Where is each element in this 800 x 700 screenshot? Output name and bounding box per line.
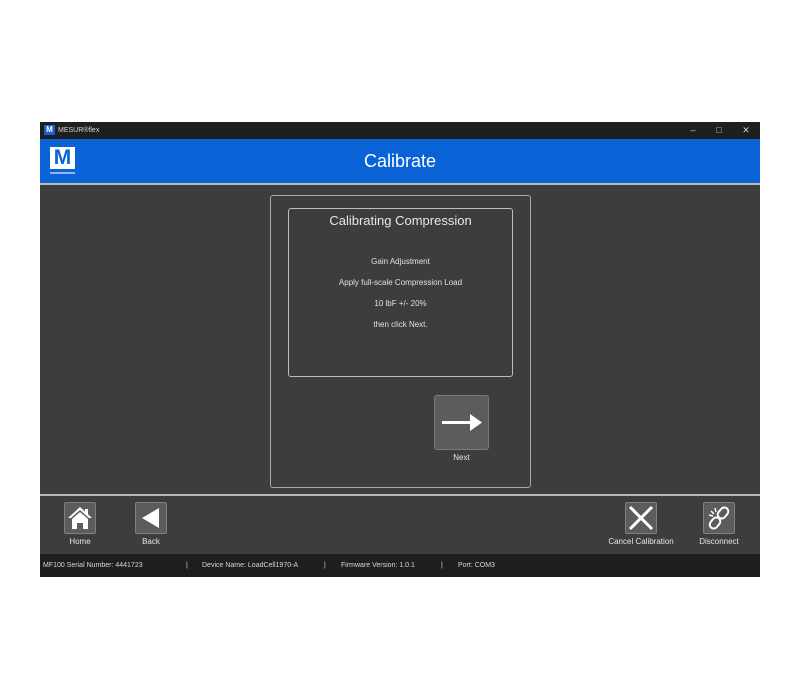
app-name: MESUR®flex bbox=[58, 127, 100, 134]
home-label: Home bbox=[69, 537, 91, 546]
arrow-right-icon bbox=[442, 414, 482, 431]
instruction-line: Gain Adjustment bbox=[371, 257, 430, 266]
home-button[interactable] bbox=[64, 502, 96, 534]
status-separator: | bbox=[324, 562, 326, 569]
app-window: M MESUR®flex – □ ✕ Calibrate M Calibrati… bbox=[40, 122, 760, 577]
footer-divider bbox=[40, 494, 760, 496]
firmware-version: Firmware Version: 1.0.1 bbox=[341, 562, 415, 569]
cancel-calibration-label: Cancel Calibration bbox=[608, 537, 674, 546]
disconnect-label: Disconnect bbox=[699, 537, 739, 546]
cancel-calibration-button[interactable] bbox=[625, 502, 657, 534]
back-button[interactable] bbox=[135, 502, 167, 534]
broken-link-icon bbox=[708, 506, 730, 530]
status-separator: | bbox=[441, 562, 443, 569]
header-divider bbox=[40, 183, 760, 185]
header-bar: Calibrate M bbox=[40, 139, 760, 183]
instruction-line: Apply full-scale Compression Load bbox=[338, 278, 463, 287]
page-title: Calibrate bbox=[363, 151, 437, 171]
close-button[interactable]: ✕ bbox=[739, 124, 753, 137]
disconnect-button[interactable] bbox=[703, 502, 735, 534]
port: Port: COM3 bbox=[458, 562, 495, 569]
next-label: Next bbox=[453, 453, 470, 462]
next-button[interactable] bbox=[434, 395, 489, 450]
close-x-icon bbox=[628, 505, 654, 531]
instruction-heading: Calibrating Compression bbox=[329, 213, 472, 228]
maximize-button[interactable]: □ bbox=[712, 124, 726, 137]
minimize-button[interactable]: – bbox=[686, 124, 700, 137]
status-bar: MF100 Serial Number: 4441723 | Device Na… bbox=[40, 554, 760, 577]
app-logo-icon: M bbox=[44, 125, 55, 135]
back-label: Back bbox=[142, 537, 160, 546]
device-name: Device Name: LoadCell1970-A bbox=[202, 562, 299, 569]
instruction-line: then click Next. bbox=[373, 320, 428, 329]
home-icon bbox=[68, 507, 92, 529]
title-bar: M MESUR®flex – □ ✕ bbox=[40, 122, 760, 139]
instruction-box: Calibrating Compression Gain Adjustment … bbox=[288, 208, 513, 377]
brand-logo: M bbox=[50, 147, 75, 169]
serial-number: MF100 Serial Number: 4441723 bbox=[43, 562, 143, 569]
back-arrow-icon bbox=[142, 508, 159, 528]
instruction-line: 10 lbF +/- 20% bbox=[374, 299, 427, 308]
brand-logo-underline bbox=[50, 172, 75, 174]
status-separator: | bbox=[186, 562, 188, 569]
